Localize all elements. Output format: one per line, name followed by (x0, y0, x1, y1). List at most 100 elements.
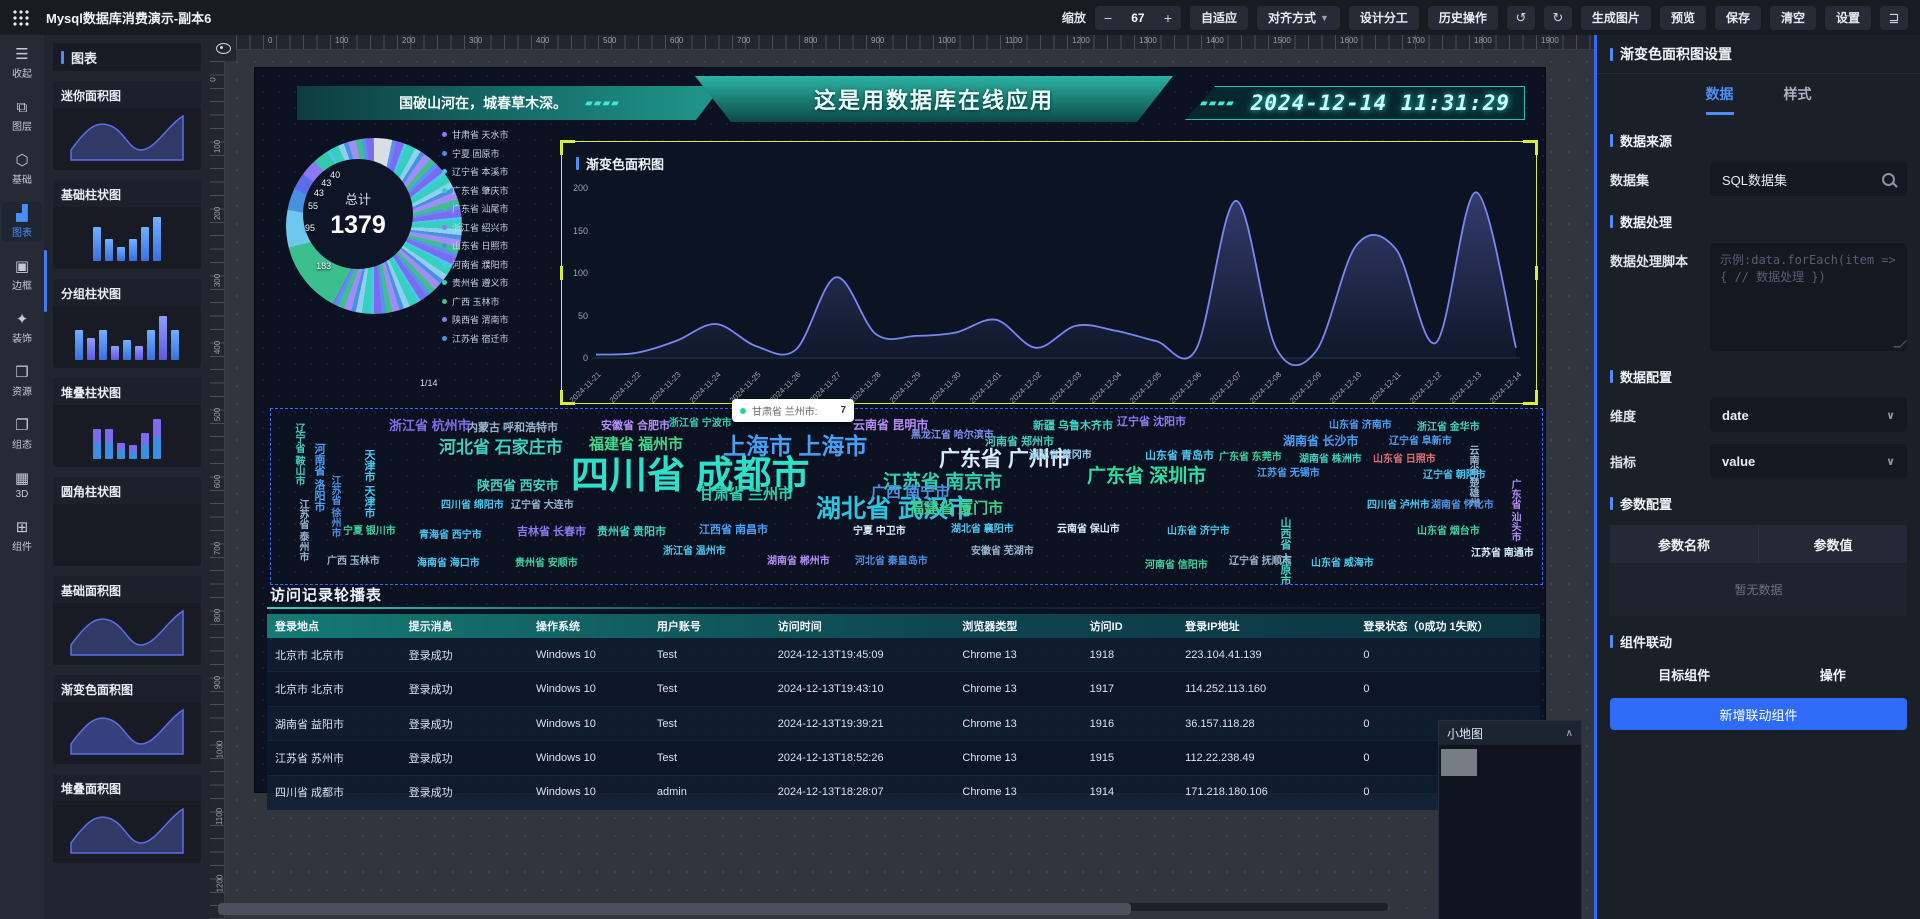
sidebar-item-border[interactable]: ▣边框 (2, 255, 42, 295)
ruler-vertical: 0100200300400500600700800900100011001200 (210, 61, 225, 919)
section-label: 数据配置 (1620, 367, 1672, 386)
selection-handle[interactable] (1535, 266, 1538, 280)
zoom-out-button[interactable]: − (1095, 10, 1121, 26)
legend-item[interactable]: 甘肃省 天水市 (442, 128, 509, 141)
selection-handle[interactable] (1523, 140, 1538, 155)
sidebar-item-3d[interactable]: ▦3D (2, 467, 42, 503)
pie-chart-component[interactable]: 总计 1379 1839555434340 甘肃省 天水市宁夏 固原市辽宁省 本… (270, 126, 562, 388)
table-row[interactable]: 四川省 成都市登录成功Windows 10admin2024-12-13T18:… (267, 776, 1540, 810)
align-label: 对齐方式 (1268, 9, 1316, 26)
fit-button[interactable]: 自适应 (1190, 6, 1248, 30)
sidebar-item-collapse[interactable]: ☰收起 (2, 43, 42, 83)
legend-item[interactable]: 江苏省 宿迁市 (442, 332, 509, 345)
selection-handle[interactable] (560, 140, 575, 155)
chart-card-8[interactable]: 堆叠面积图 (53, 774, 201, 863)
history-button[interactable]: 历史操作 (1428, 6, 1498, 30)
header-title-component[interactable]: 这是用数据库在线应用 (695, 76, 1173, 122)
minimap-header[interactable]: 小地图 ∧ (1439, 721, 1581, 745)
generate-image-button[interactable]: 生成图片 (1581, 6, 1651, 30)
chart-card-6[interactable]: 基础面积图 (53, 576, 201, 665)
legend-item[interactable]: 浙江省 绍兴市 (442, 221, 509, 234)
legend-item[interactable]: 广西 玉林市 (442, 295, 509, 308)
table-header-cell: 登录状态（0成功 1失败） (1355, 618, 1540, 634)
settings-tabs: 数据 样式 (1597, 74, 1920, 115)
clock-component[interactable]: ▰▰▰▰ 2024-12-14 11:31:29 (1185, 86, 1525, 120)
wordcloud-word: 河北省 秦皇岛市 (855, 557, 928, 567)
chart-card-label: 堆叠面积图 (53, 774, 201, 801)
wordcloud-word: 河北省 石家庄市 (439, 439, 563, 456)
add-linkage-button[interactable]: 新增联动组件 (1610, 698, 1907, 730)
table-cell: 登录成功 (401, 750, 528, 766)
table-row[interactable]: 江苏省 苏州市登录成功Windows 10Test2024-12-13T18:5… (267, 741, 1540, 775)
table-header-cell: 登录地点 (267, 618, 401, 634)
table-row[interactable]: 湖南省 益阳市登录成功Windows 10Test2024-12-13T19:3… (267, 707, 1540, 741)
horizontal-scrollbar[interactable] (218, 903, 1388, 911)
undo-button[interactable]: ↺ (1507, 6, 1535, 30)
legend-item[interactable]: 广东省 汕尾市 (442, 202, 509, 215)
table-row[interactable]: 北京市 北京市登录成功Windows 10Test2024-12-13T19:4… (267, 672, 1540, 706)
ruler-tick-label: 1200 (1072, 36, 1090, 45)
chart-card-3[interactable]: 分组柱状图 (53, 279, 201, 368)
chart-card-7[interactable]: 渐变色面积图 (53, 675, 201, 764)
legend-item[interactable]: 广东省 肇庆市 (442, 184, 509, 197)
sidebar-item-charts[interactable]: ▟图表 (2, 202, 42, 242)
panel-scrollbar[interactable] (44, 250, 47, 312)
chart-card-4[interactable]: 堆叠柱状图 (53, 378, 201, 467)
legend-pagination[interactable]: 1/14 (420, 378, 438, 388)
tab-style[interactable]: 样式 (1784, 84, 1812, 115)
redo-button[interactable]: ↻ (1544, 6, 1572, 30)
dimension-select[interactable]: date∨ (1710, 398, 1907, 432)
ruler-corner[interactable] (210, 35, 236, 61)
search-icon[interactable] (1882, 173, 1895, 186)
selection-handle[interactable] (1523, 390, 1538, 405)
zoom-in-button[interactable]: + (1155, 10, 1181, 26)
legend-item[interactable]: 河南省 濮阳市 (442, 258, 509, 271)
zoom-value[interactable]: 67 (1121, 11, 1155, 25)
script-textarea[interactable]: 示例:data.forEach(item => { // 数据处理 }) (1710, 243, 1907, 351)
chart-card-5[interactable]: 圆角柱状图 (53, 477, 201, 566)
align-dropdown[interactable]: 对齐方式▼ (1257, 6, 1340, 30)
dashboard-screen[interactable]: 国破山河在，城春草木深。 ▰▰▰▰ 这是用数据库在线应用 ▰▰▰▰ 2024-1… (255, 68, 1545, 792)
clear-button[interactable]: 清空 (1770, 6, 1816, 30)
preview-button[interactable]: 预览 (1660, 6, 1706, 30)
tab-data[interactable]: 数据 (1706, 84, 1734, 115)
chart-card-2[interactable]: 基础柱状图 (53, 180, 201, 269)
sidebar-item-layers[interactable]: ⧉图层 (2, 96, 42, 136)
legend-item[interactable]: 陕西省 渭南市 (442, 313, 509, 326)
sidebar-item-resource[interactable]: ❒资源 (2, 361, 42, 401)
legend-item[interactable]: 辽宁省 本溪市 (442, 165, 509, 178)
metric-select[interactable]: value∨ (1710, 444, 1907, 478)
sidebar-item-configuration[interactable]: ❐组态 (2, 414, 42, 454)
sidebar-item-decoration[interactable]: ✦装饰 (2, 308, 42, 348)
design-division-button[interactable]: 设计分工 (1349, 6, 1419, 30)
panel-toggle-button[interactable]: ⊒ (1880, 6, 1908, 30)
legend-item[interactable]: 贵州省 遵义市 (442, 276, 509, 289)
banner-left-component[interactable]: 国破山河在，城春草木深。 ▰▰▰▰ (297, 86, 722, 120)
sidebar-item-basic[interactable]: ⬡基础 (2, 149, 42, 189)
script-row: 数据处理脚本 示例:data.forEach(item => { // 数据处理… (1610, 243, 1907, 351)
minimap-viewport[interactable] (1441, 749, 1477, 776)
x-axis-tick: 2024-12-11 (1368, 370, 1403, 405)
legend-dot-icon (442, 132, 447, 137)
sidebar-item-components[interactable]: ⊞组件 (2, 516, 42, 556)
gradient-area-chart-component[interactable]: 渐变色面积图 200150100500 2024-11-212024-11-22… (561, 141, 1537, 404)
scrollbar-thumb[interactable] (218, 903, 1131, 915)
dataset-input[interactable]: SQL数据集 (1710, 162, 1907, 196)
save-button[interactable]: 保存 (1715, 6, 1761, 30)
left-icon-sidebar: ☰收起 ⧉图层 ⬡基础 ▟图表 ▣边框 ✦装饰 ❒资源 ❐组态 ▦3D ⊞组件 (0, 35, 44, 919)
wordcloud-word: 江苏省 南通市 (1471, 549, 1534, 559)
legend-item[interactable]: 宁夏 固原市 (442, 147, 509, 160)
wordcloud-component[interactable]: 四川省 成都市湖北省 武汉市广东省 广州市上海市 上海市江苏省 南京市广东省 深… (270, 408, 1543, 585)
table-row[interactable]: 北京市 北京市登录成功Windows 10Test2024-12-13T19:4… (267, 638, 1540, 672)
x-axis-tick: 2024-11-30 (928, 370, 963, 405)
apps-grid-icon[interactable] (12, 9, 30, 27)
legend-item[interactable]: 山东省 日照市 (442, 239, 509, 252)
resize-handle-icon[interactable] (1893, 341, 1907, 348)
chart-card-1[interactable]: 迷你面积图 (53, 81, 201, 170)
collapse-chevron-icon[interactable]: ∧ (1566, 728, 1573, 739)
design-canvas[interactable]: 0100200300400500600700800900100011001200… (210, 35, 1594, 919)
access-record-table[interactable]: 登录地点提示消息操作系统用户账号访问时间浏览器类型访问ID登录IP地址登录状态（… (267, 614, 1540, 810)
ruler-tick-label: 1500 (1273, 36, 1291, 45)
settings-button[interactable]: 设置 (1825, 6, 1871, 30)
wordcloud-word: 辽宁省 朝阳市 (1423, 471, 1486, 481)
